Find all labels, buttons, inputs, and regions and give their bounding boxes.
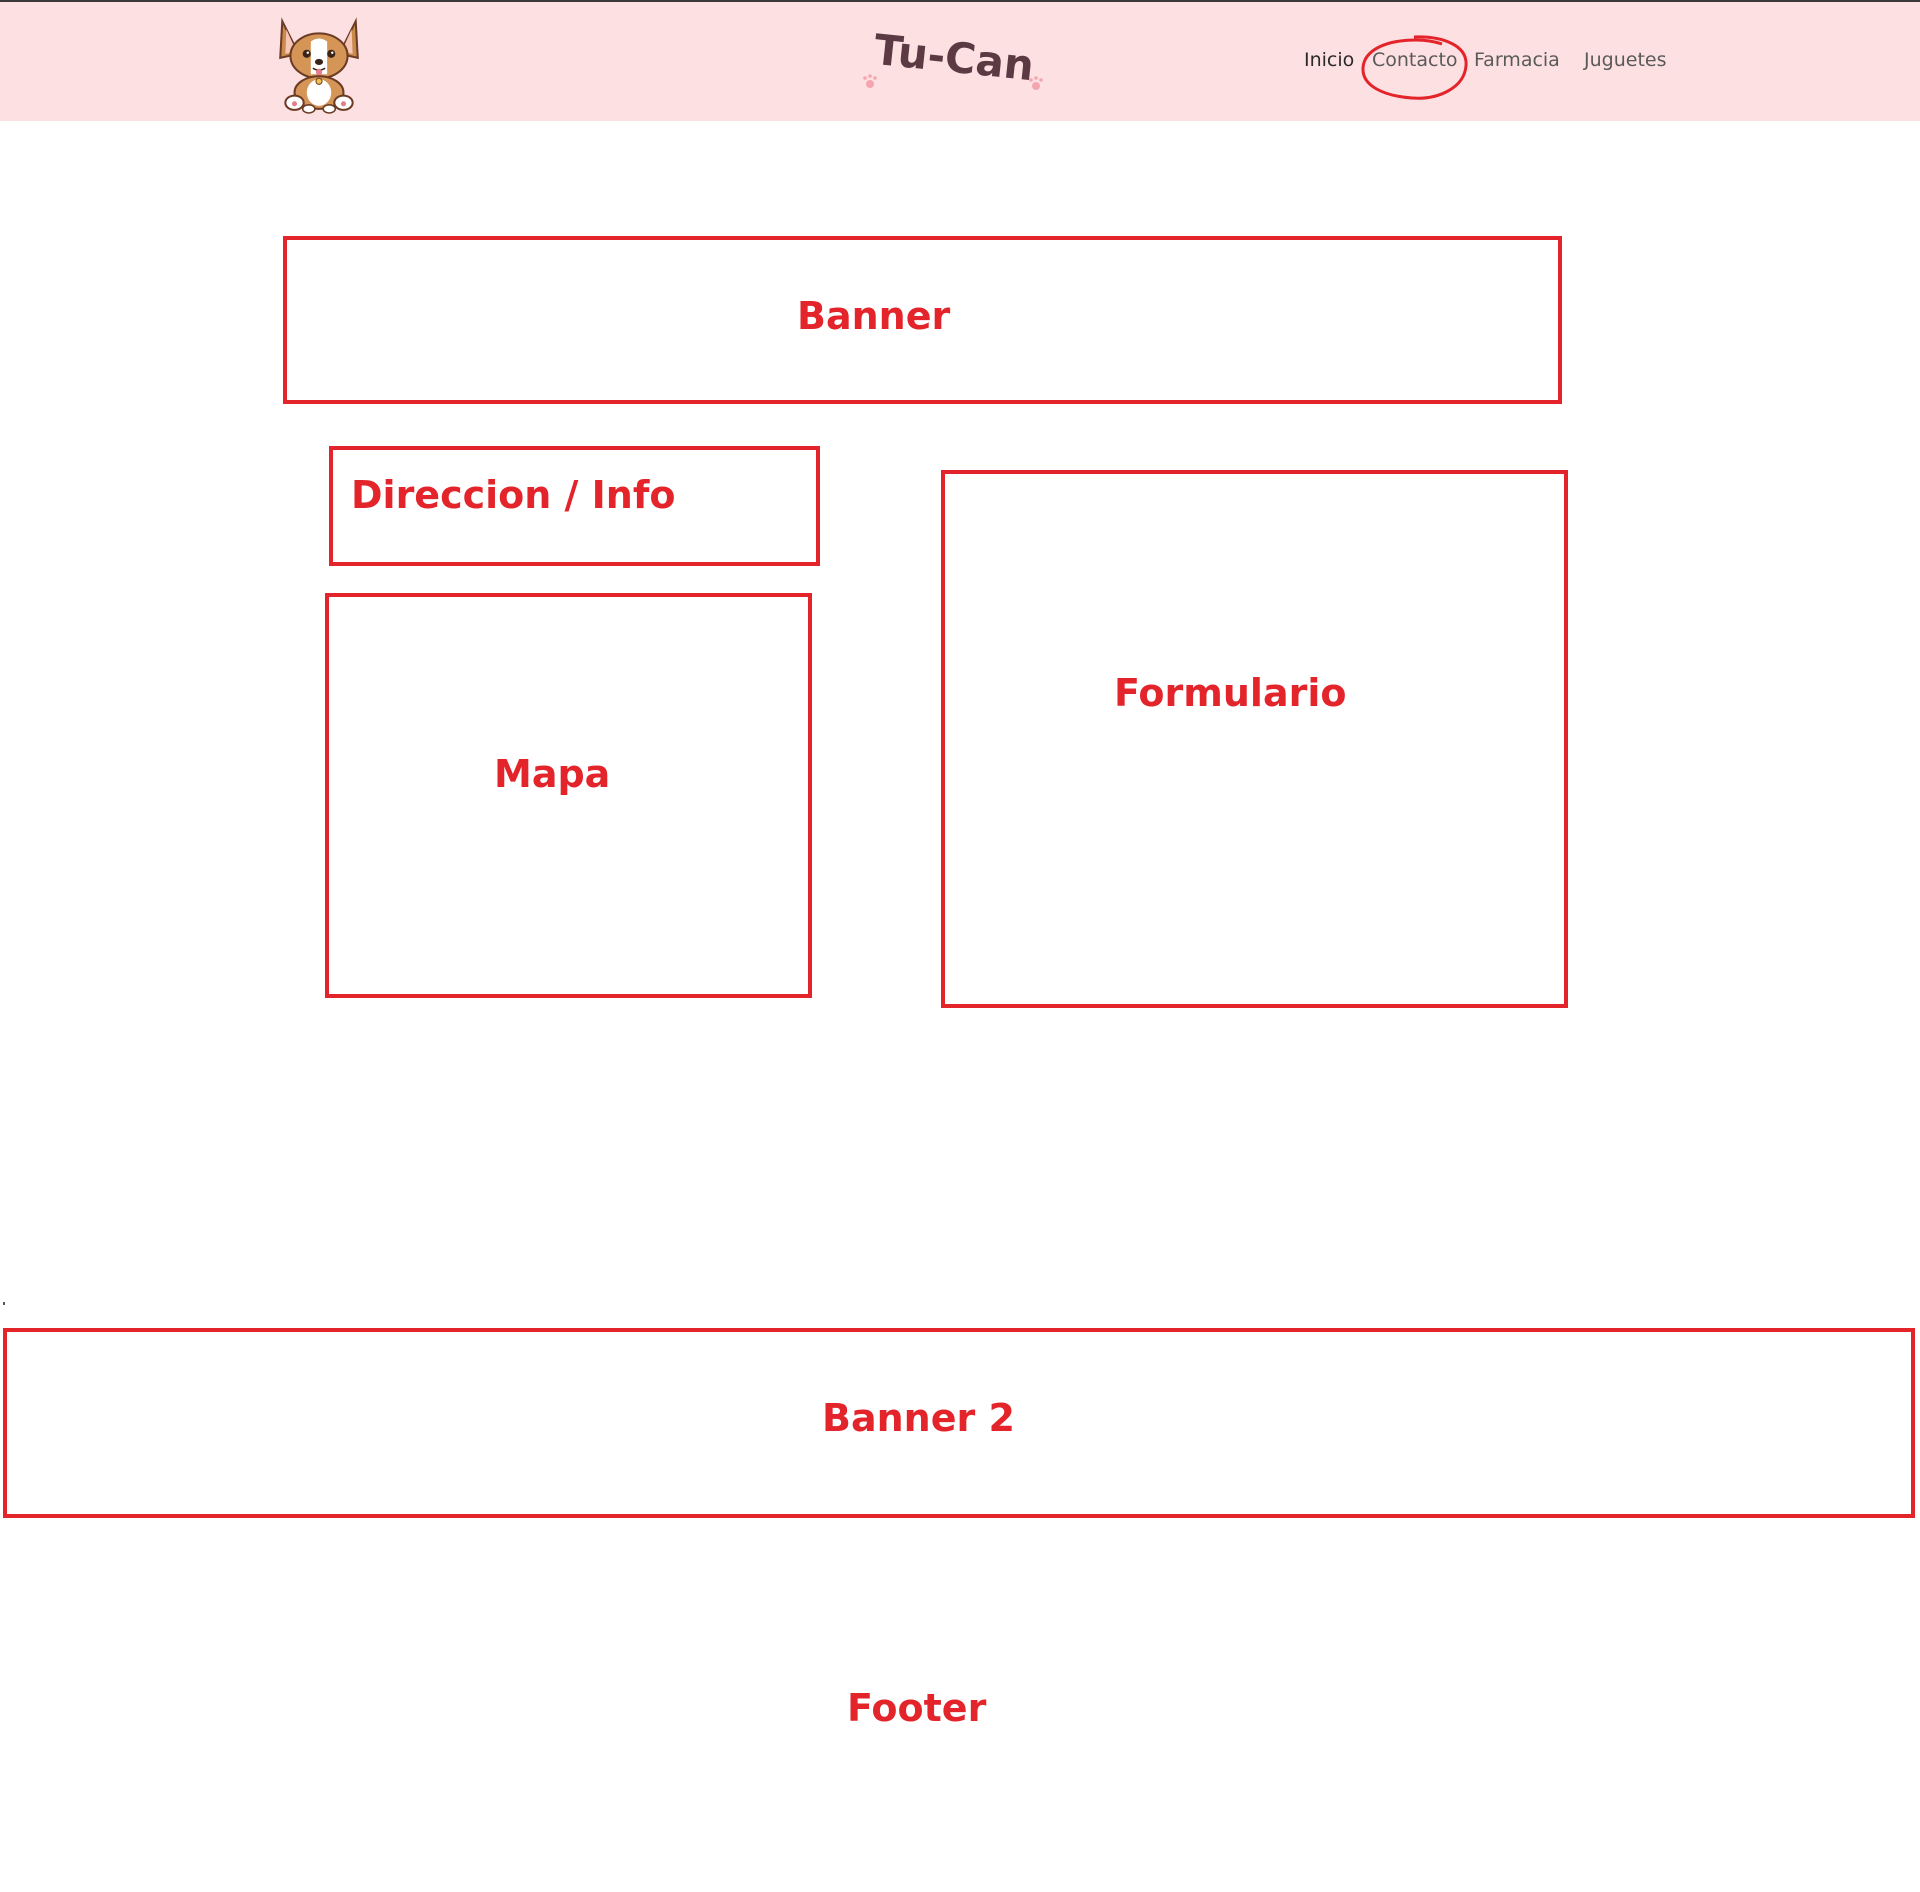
stray-mark: [3, 1302, 5, 1305]
nav-inicio[interactable]: Inicio: [1304, 49, 1354, 71]
paw-print-icon: [863, 74, 877, 88]
formulario-placeholder: [941, 470, 1568, 1008]
banner2-label: Banner 2: [822, 1396, 1015, 1440]
brand-logo[interactable]: Tu-Can: [858, 22, 1048, 102]
banner-label: Banner: [797, 294, 951, 338]
mapa-label: Mapa: [494, 752, 611, 796]
direccion-info-label: Direccion / Info: [351, 473, 676, 517]
brand-name: Tu-Can: [872, 25, 1037, 91]
formulario-label: Formulario: [1114, 671, 1347, 715]
nav-farmacia[interactable]: Farmacia: [1474, 49, 1560, 71]
site-header: Tu-Can Inicio Contacto Farmacia Juguetes: [0, 2, 1920, 121]
footer-label: Footer: [847, 1686, 987, 1730]
nav-juguetes[interactable]: Juguetes: [1584, 49, 1666, 71]
highlight-circle-annotation: [1361, 35, 1468, 100]
corgi-dog-logo-icon[interactable]: [268, 12, 370, 116]
